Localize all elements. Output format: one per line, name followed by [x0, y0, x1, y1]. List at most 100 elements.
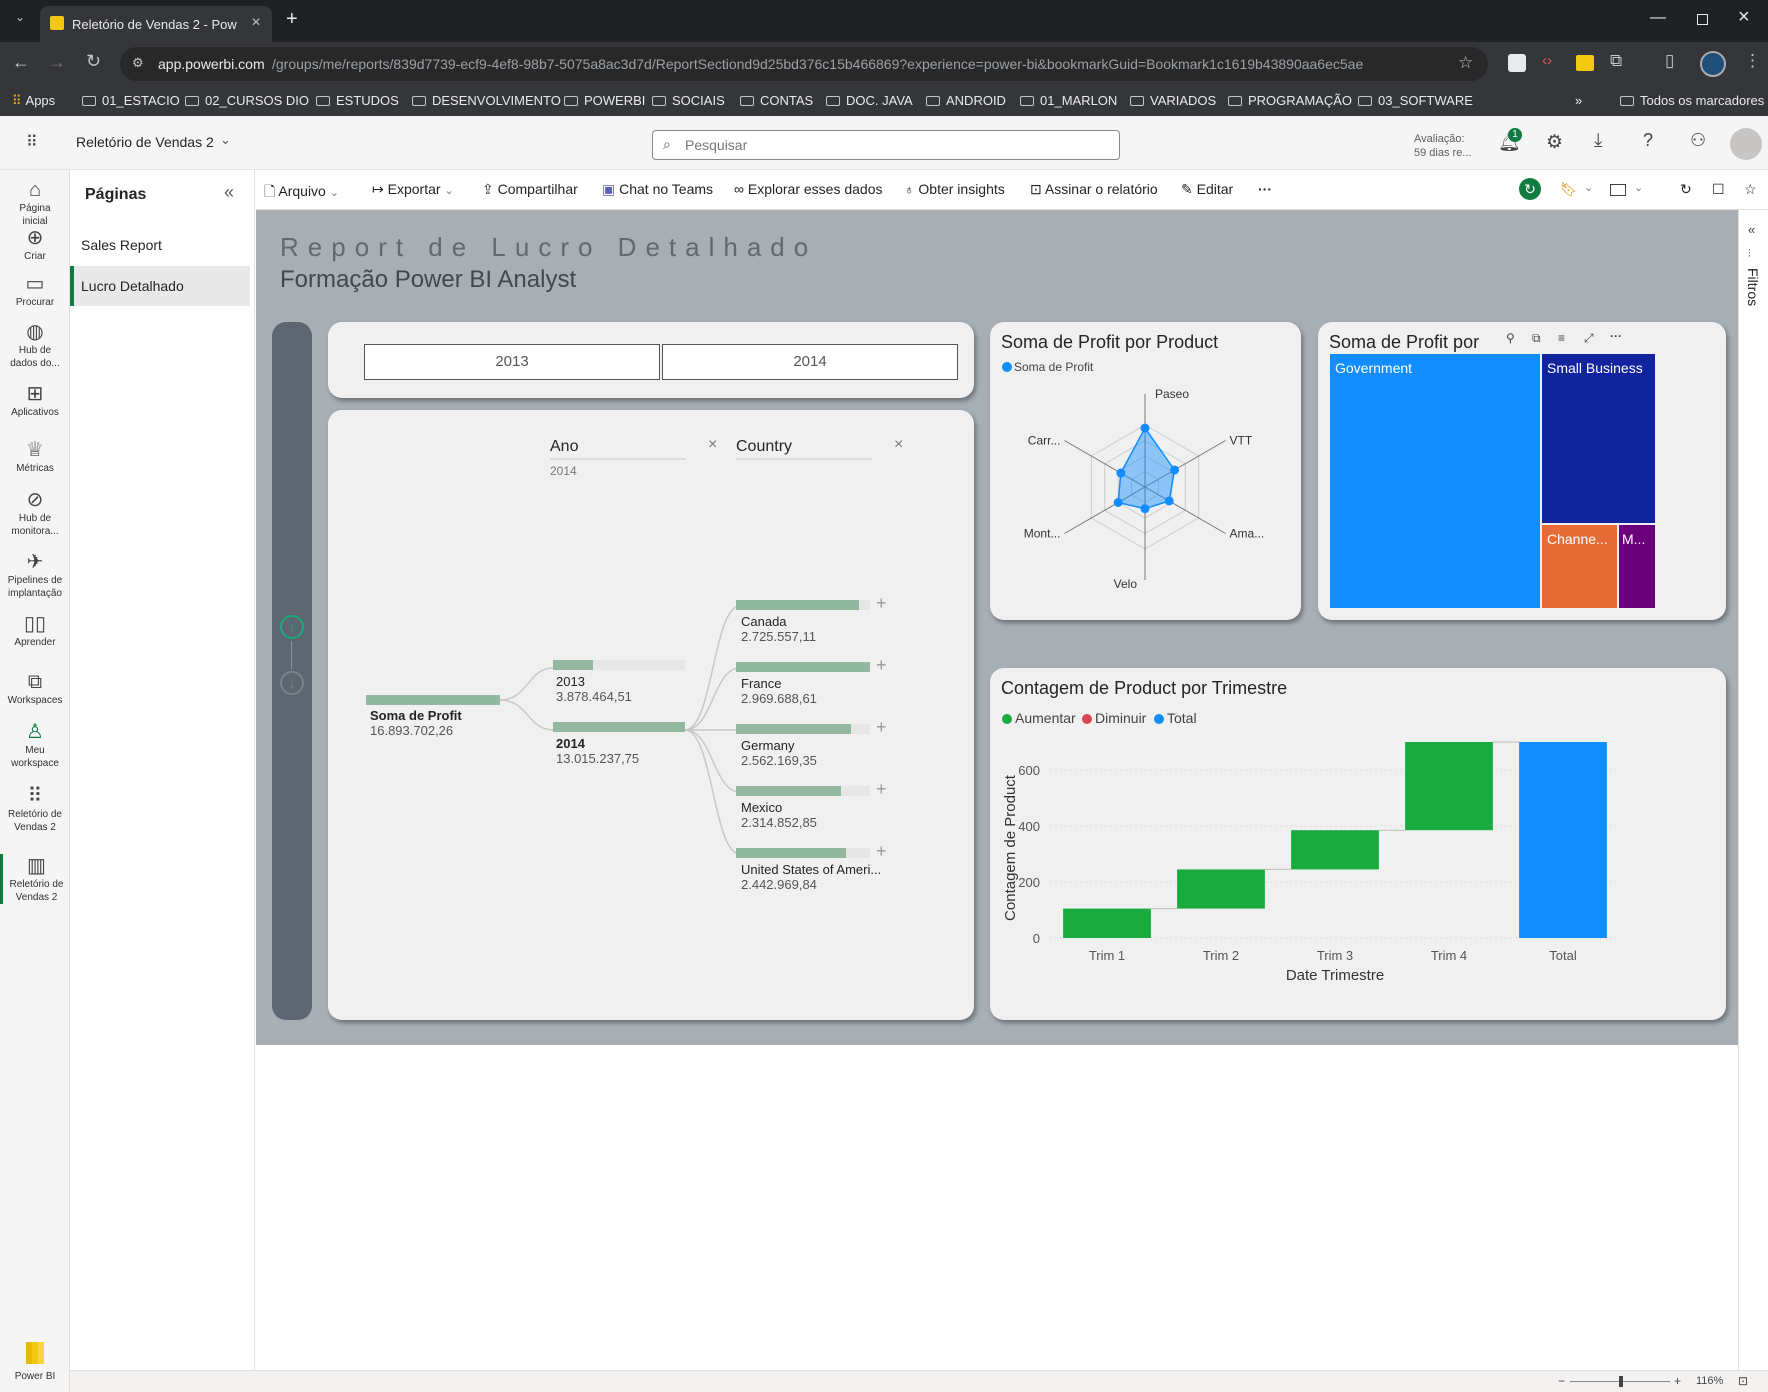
- more-bookmarks-icon[interactable]: »: [1575, 93, 1582, 108]
- teams-chat-button[interactable]: ▣ Chat no Teams: [602, 181, 713, 198]
- root-node-bar[interactable]: [366, 695, 500, 705]
- radar-point[interactable]: [1140, 504, 1150, 514]
- expand-node-icon[interactable]: +: [876, 717, 887, 738]
- country-node-bar[interactable]: [736, 848, 870, 858]
- bookmark-folder[interactable]: POWERBI: [564, 93, 645, 108]
- more-options-icon[interactable]: ···: [1610, 329, 1622, 343]
- nav-learn[interactable]: ▯▯ Aprender: [0, 612, 70, 649]
- file-menu-button[interactable]: 🗋︎ Arquivo ⌄: [264, 181, 339, 205]
- user-avatar[interactable]: [1730, 128, 1762, 160]
- bookmark-folder[interactable]: 03_SOFTWARE: [1358, 93, 1473, 108]
- refresh-icon[interactable]: ↻: [1680, 181, 1692, 198]
- nav-apps[interactable]: ⊞ Aplicativos: [0, 382, 70, 419]
- site-info-icon[interactable]: ⚙: [132, 55, 144, 71]
- bookmark-apps[interactable]: ⠿ Apps: [12, 93, 55, 109]
- slicer-option-2014[interactable]: 2014: [662, 344, 958, 380]
- notion-extension-icon[interactable]: [1508, 54, 1526, 72]
- waterfall-increase-bar[interactable]: [1291, 830, 1379, 870]
- treemap-tile-channel[interactable]: Channe...: [1542, 525, 1617, 608]
- pin-icon[interactable]: ⚲: [1506, 331, 1515, 345]
- drill-down-icon[interactable]: ↓: [280, 671, 304, 695]
- nav-my-workspace[interactable]: ♙ Meu workspace: [0, 720, 70, 770]
- tab-list-icon[interactable]: ⌄: [10, 10, 30, 24]
- radar-point[interactable]: [1113, 498, 1123, 507]
- back-icon[interactable]: ←: [12, 52, 30, 73]
- nav-pipelines[interactable]: ✈ Pipelines de implantação: [0, 550, 70, 600]
- bookmark-folder[interactable]: ESTUDOS: [316, 93, 399, 108]
- expand-node-icon[interactable]: +: [876, 779, 887, 800]
- settings-icon[interactable]: ⚙: [1546, 131, 1563, 154]
- help-icon[interactable]: ?: [1643, 130, 1653, 151]
- share-button[interactable]: ⇪ Compartilhar: [482, 181, 578, 198]
- powerbi-extension-icon[interactable]: [1576, 55, 1594, 71]
- page-item-sales-report[interactable]: Sales Report: [70, 228, 250, 262]
- report-name[interactable]: Reletório de Vendas 2: [76, 134, 214, 150]
- zoom-slider-thumb[interactable]: [1619, 1376, 1623, 1387]
- bookmark-folder[interactable]: 02_CURSOS DIO: [185, 93, 309, 108]
- drill-up-icon[interactable]: ↑: [280, 615, 304, 639]
- profile-avatar[interactable]: [1700, 51, 1726, 77]
- app-launcher-icon[interactable]: ⠿: [26, 132, 39, 152]
- bookmark-folder[interactable]: VARIADOS: [1130, 93, 1216, 108]
- extensions-icon[interactable]: ⧉: [1610, 51, 1622, 71]
- browser-tab[interactable]: Reletório de Vendas 2 - Power BI ×: [40, 6, 272, 42]
- treemap-tile-government[interactable]: Government: [1330, 354, 1540, 608]
- nav-monitoring[interactable]: ⊘ Hub de monitora...: [0, 488, 70, 538]
- filter-visual-icon[interactable]: ≡: [1558, 331, 1565, 345]
- nav-report-1[interactable]: ⠿ Reletório de Vendas 2: [0, 784, 70, 834]
- chevron-down-icon[interactable]: ⌄: [1634, 181, 1643, 194]
- remove-level-icon[interactable]: ×: [894, 436, 903, 454]
- powerbi-logo[interactable]: Power BI: [0, 1342, 70, 1383]
- filters-pane[interactable]: « ⫶ Filtros: [1738, 210, 1768, 1370]
- reload-icon[interactable]: ↻: [86, 51, 101, 72]
- nav-home[interactable]: ⌂ Página inicial: [0, 178, 70, 228]
- view-icon[interactable]: [1610, 184, 1626, 196]
- country-node-bar[interactable]: [736, 786, 870, 796]
- subscribe-button[interactable]: ⊡ Assinar o relatório: [1030, 181, 1158, 198]
- nav-metrics[interactable]: ♕ Métricas: [0, 438, 70, 475]
- chevron-down-icon[interactable]: ⌄: [220, 132, 231, 148]
- zoom-in-icon[interactable]: +: [1674, 1374, 1681, 1388]
- expand-filters-icon[interactable]: «: [1748, 222, 1755, 237]
- radar-series-area[interactable]: [1117, 426, 1176, 510]
- all-bookmarks[interactable]: Todos os marcadores: [1620, 93, 1764, 108]
- treemap-tile-midmarket[interactable]: M...: [1619, 525, 1655, 608]
- url-field[interactable]: ⚙ app.powerbi.com /groups/me/reports/839…: [120, 47, 1488, 81]
- code-extension-icon[interactable]: ‹›: [1542, 52, 1552, 69]
- focus-mode-icon[interactable]: ⤢: [1584, 331, 1594, 346]
- chrome-menu-icon[interactable]: ⋮: [1744, 51, 1761, 71]
- reset-icon[interactable]: ↻: [1519, 178, 1541, 200]
- bookmark-folder[interactable]: CONTAS: [740, 93, 813, 108]
- nav-workspaces[interactable]: ⧉ Workspaces: [0, 670, 70, 707]
- comment-icon[interactable]: ☐: [1712, 181, 1725, 198]
- bookmark-folder[interactable]: DOC. JAVA: [826, 93, 913, 108]
- radar-point[interactable]: [1116, 468, 1126, 478]
- side-panel-icon[interactable]: ▯: [1665, 51, 1674, 71]
- nav-report-2[interactable]: ▥ Reletório de Vendas 2: [0, 854, 70, 904]
- treemap-tile-small-business[interactable]: Small Business: [1542, 354, 1655, 523]
- waterfall-total-bar[interactable]: [1519, 742, 1607, 938]
- expand-node-icon[interactable]: +: [876, 593, 887, 614]
- country-node-bar[interactable]: [736, 600, 870, 610]
- bookmark-folder[interactable]: SOCIAIS: [652, 93, 725, 108]
- expand-node-icon[interactable]: +: [876, 841, 887, 862]
- new-tab-icon[interactable]: +: [286, 8, 298, 31]
- year-node-bar[interactable]: [553, 722, 685, 732]
- nav-data-hub[interactable]: ◍ Hub de dados do...: [0, 320, 70, 370]
- close-window-icon[interactable]: ×: [1738, 6, 1750, 29]
- close-tab-icon[interactable]: ×: [248, 14, 264, 32]
- collapse-pane-icon[interactable]: «: [224, 182, 234, 203]
- country-node-bar[interactable]: [736, 662, 870, 672]
- bookmark-folder[interactable]: PROGRAMAÇÃO: [1228, 93, 1352, 108]
- forward-icon[interactable]: →: [48, 52, 66, 73]
- insights-button[interactable]: ♁ Obter insights: [904, 181, 1005, 197]
- search-input[interactable]: [685, 136, 1105, 154]
- search-box[interactable]: ⌕: [652, 130, 1120, 160]
- bookmark-icon[interactable]: 🔖︎: [1560, 181, 1578, 198]
- minimize-icon[interactable]: —: [1650, 9, 1666, 27]
- country-node-bar[interactable]: [736, 724, 870, 734]
- bookmark-folder[interactable]: DESENVOLVIMENTO: [412, 93, 561, 108]
- export-menu-button[interactable]: ↦ Exportar ⌄: [372, 181, 454, 198]
- nav-create[interactable]: ⊕ Criar: [0, 226, 70, 263]
- slicer-option-2013[interactable]: 2013: [364, 344, 660, 380]
